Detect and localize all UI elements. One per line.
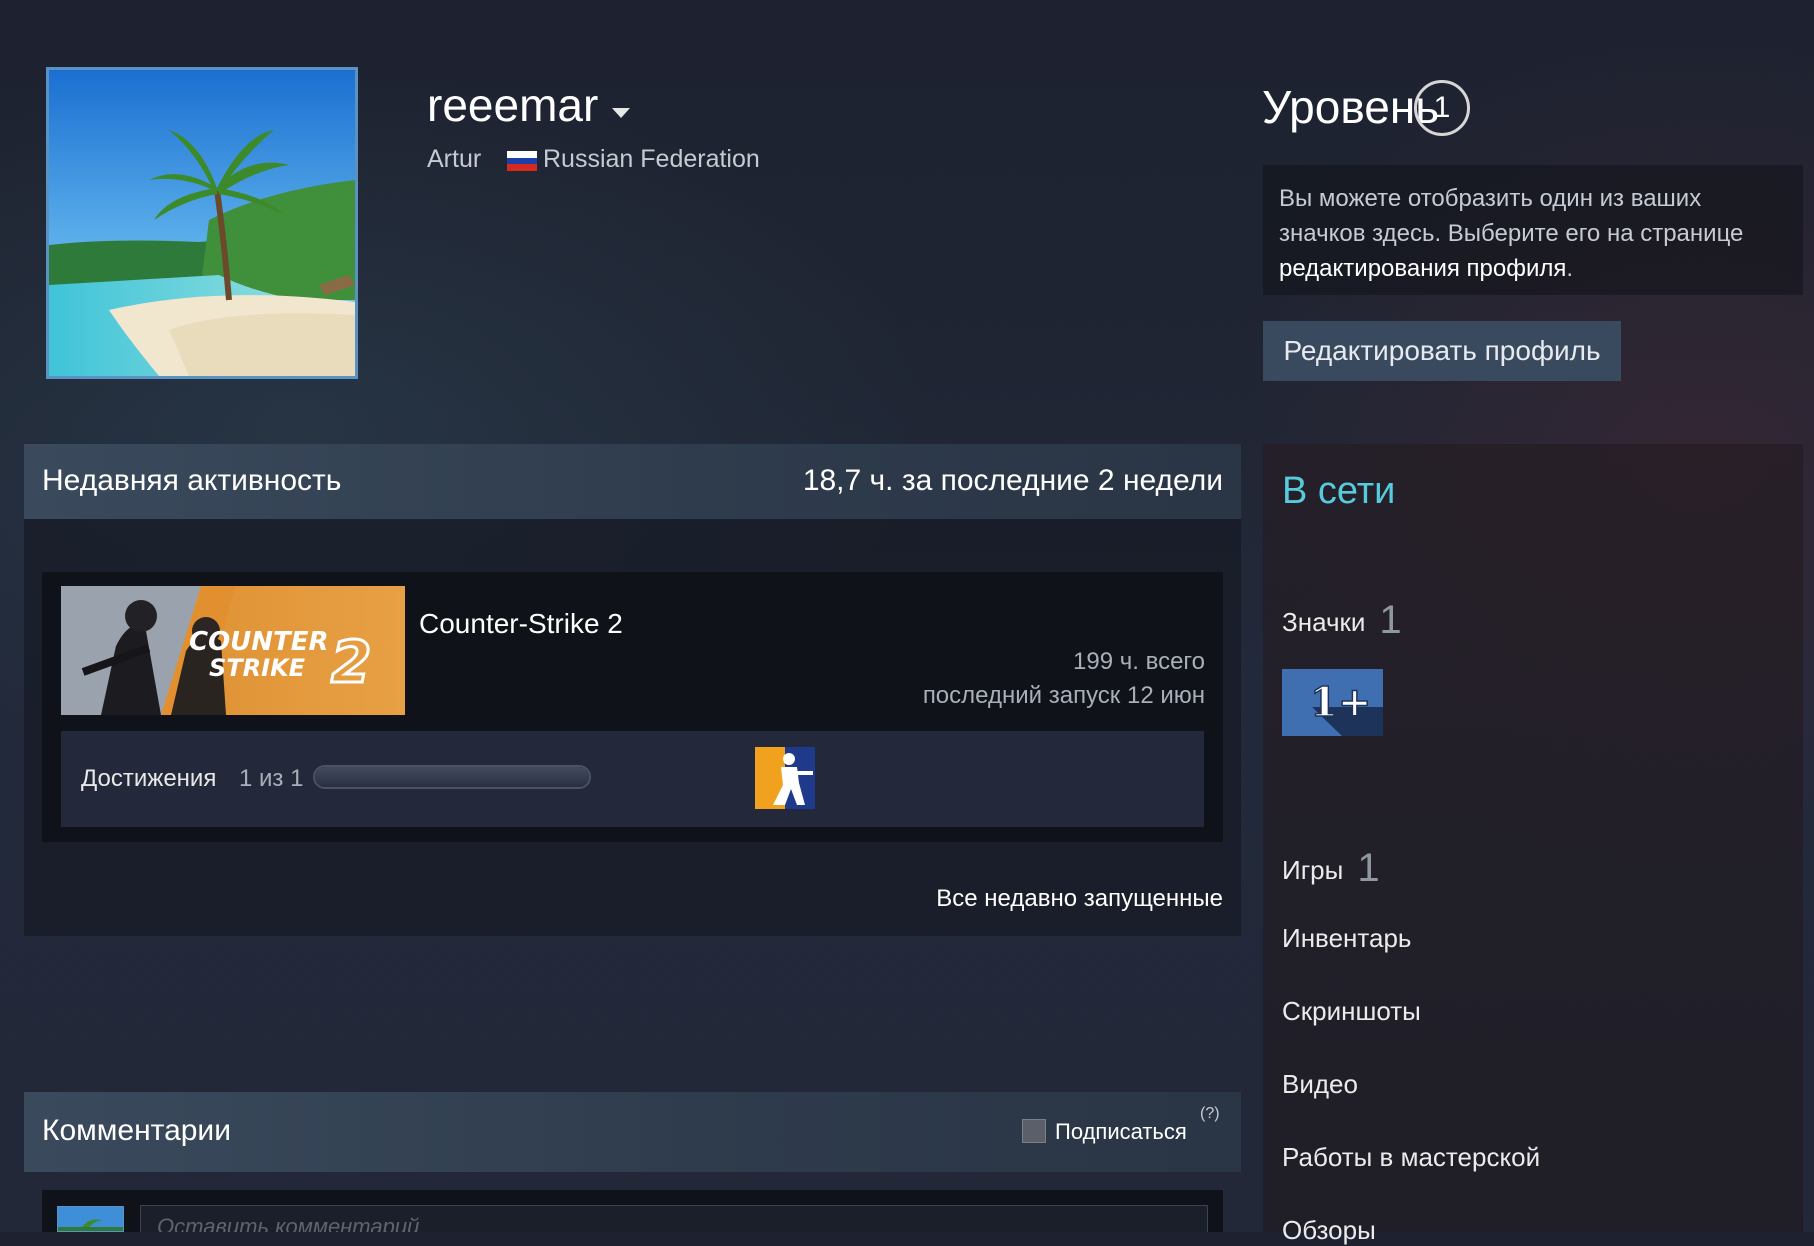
achievements-progress-fill [315,767,589,787]
game-capsule-image[interactable]: COUNTER STRIKE 2 [61,586,405,715]
level-badge: 1 [1414,80,1470,136]
counter-terrorist-icon [755,747,815,809]
achievements-row [61,731,1204,827]
caret-down-icon[interactable] [612,107,631,118]
edit-profile-link[interactable]: редактирования профиля [1279,255,1566,282]
game-name[interactable]: Counter-Strike 2 [419,608,623,640]
achievements-progress-bar [313,765,591,789]
persona-name-text: reeemar [427,79,599,131]
country-name: Russian Federation [543,145,760,173]
russia-flag-icon [507,151,537,171]
online-status: В сети [1282,470,1396,512]
avatar-thumb-image [58,1207,123,1231]
badge-info-end: . [1566,255,1574,282]
badge-info-text: Вы можете отобразить один из ваших значк… [1279,185,1744,247]
badges-label: Значки [1282,607,1366,637]
all-recent-link[interactable]: Все недавно запущенные [800,885,1223,913]
capsule-title-2: STRIKE [209,654,306,682]
game-last-played: последний запуск 12 июн [922,682,1205,709]
badge-info-box: Вы можете отобразить один из ваших значк… [1263,165,1803,295]
capsule-number: 2 [331,628,371,696]
games-label: Игры [1282,855,1344,885]
sidebar-games-link[interactable]: Игры 1 [1282,846,1380,891]
game-total-hours: 199 ч. всего [1073,648,1205,675]
achievement-icon[interactable] [755,747,815,809]
badge-text: 1+ [1310,679,1371,726]
comment-avatar [57,1206,124,1232]
persona-name[interactable]: reeemar [427,78,631,132]
sidebar-videos-link[interactable]: Видео [1282,1069,1358,1100]
real-name: Artur [427,145,482,173]
subscribe-checkbox[interactable] [1022,1119,1046,1143]
sidebar-reviews-link[interactable]: Обзоры [1282,1215,1376,1246]
edit-profile-button[interactable]: Редактировать профиль [1263,321,1621,381]
recent-activity-hours: 18,7 ч. за последние 2 недели [802,464,1223,497]
profile-sidebar [1263,444,1803,1232]
profile-avatar[interactable] [46,67,358,379]
avatar-beach-image [49,70,355,376]
recent-activity-title: Недавняя активность [42,464,342,497]
cs2-capsule-icon: COUNTER STRIKE 2 [61,586,405,715]
capsule-title-1: COUNTER [189,627,329,657]
years-badge-icon: 1+ [1282,669,1383,736]
achievements-count: 1 из 1 [239,765,304,792]
games-count: 1 [1357,846,1380,890]
sidebar-screenshots-link[interactable]: Скриншоты [1282,996,1421,1027]
badges-count: 1 [1379,598,1402,642]
comment-input[interactable]: Оставить комментарий [140,1205,1208,1232]
sidebar-badges-link[interactable]: Значки 1 [1282,598,1402,643]
badge-1plus[interactable]: 1+ [1282,669,1383,736]
help-icon[interactable]: (?) [1200,1105,1220,1123]
level-label: Уровень [1262,81,1440,133]
comments-title: Комментарии [42,1114,231,1147]
sidebar-inventory-link[interactable]: Инвентарь [1282,923,1411,954]
achievements-label[interactable]: Достижения [81,765,216,793]
subscribe-label[interactable]: Подписаться [1055,1119,1187,1145]
sidebar-workshop-link[interactable]: Работы в мастерской [1282,1142,1540,1173]
